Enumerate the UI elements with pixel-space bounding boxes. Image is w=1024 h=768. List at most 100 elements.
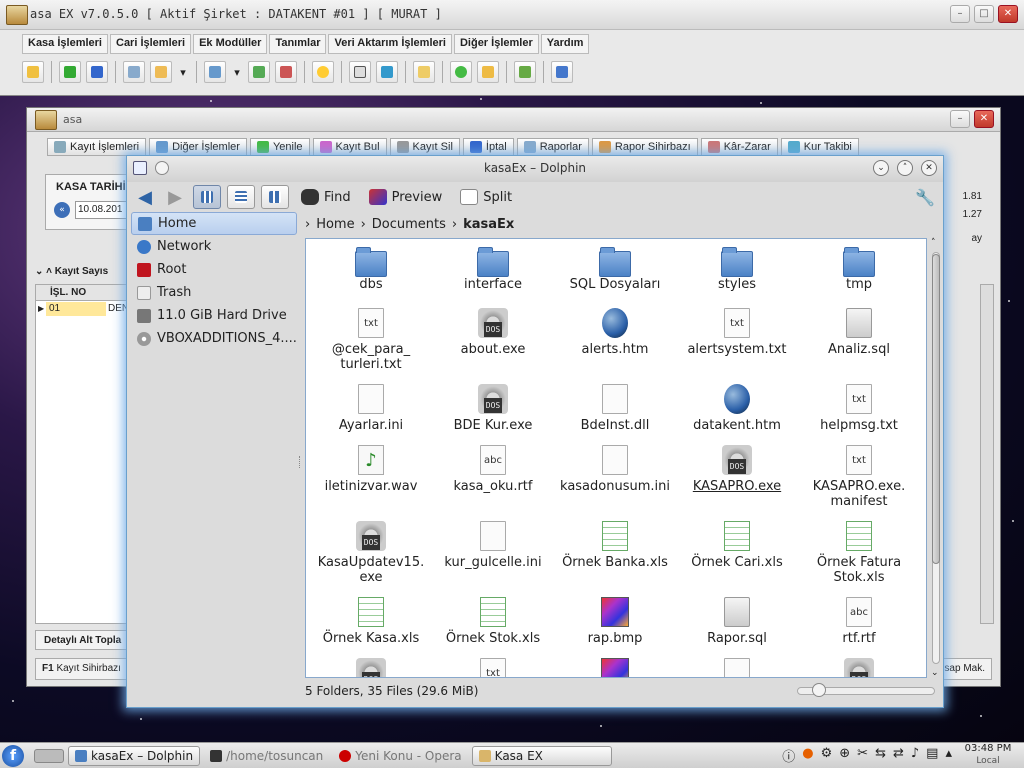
preview-button[interactable]: Preview [363,189,449,205]
file-item[interactable]: Rapor.sql [676,597,798,658]
table-row[interactable]: ▶ 01 DEN [36,301,130,317]
rapor-sihirbazi-button[interactable]: Rapor Sihirbazı [591,138,698,156]
kayit-sihirbazi-label[interactable]: Kayıt Sihirbazı [56,663,120,674]
transfer-icon[interactable] [86,61,108,83]
main-title-bar[interactable]: asa EX v7.0.5.0 [ Aktif Şirket : DATAKEN… [0,0,1024,30]
bell-icon[interactable] [312,61,334,83]
desktop-icon[interactable] [34,748,64,763]
file-item[interactable]: ♪ iletinizvar.wav [310,445,432,521]
file-item[interactable]: abc kasa_oku.rtf [432,445,554,521]
detayli-alt-toplam-button[interactable]: Detaylı Alt Topla [35,630,131,650]
file-item[interactable]: Analiz.sql [798,308,920,384]
file-item[interactable] [676,658,798,677]
file-item[interactable]: txt @cek_para_ turleri.txt [310,308,432,384]
kayit-sil-button[interactable]: Kayıt Sil [389,138,460,156]
file-item[interactable]: abc rtf.rtf [798,597,920,658]
kde-menu-icon[interactable]: f [2,744,24,767]
document-icon[interactable] [376,61,398,83]
list-icon[interactable] [204,61,226,83]
yenile-button[interactable]: Yenile [249,138,310,156]
file-item[interactable]: Örnek Kasa.xls [310,597,432,658]
info-icon[interactable]: ⓘ [782,746,795,765]
dropdown-icon[interactable]: ▾ [177,61,189,83]
dolphin-title-bar[interactable]: kasaEx – Dolphin ⌄ ˄ ✕ [127,156,943,182]
icons-view-icon[interactable] [193,185,221,209]
file-item[interactable]: DOS KasaUpdatev15. exe [310,521,432,597]
breadcrumb-documents[interactable]: Documents [372,217,446,232]
maximize-icon[interactable]: ˄ [897,160,913,176]
isl-no-cell[interactable]: 01 [46,302,106,316]
minimize-icon[interactable]: ⌄ [873,160,889,176]
task-dolphin[interactable]: kasaEx – Dolphin [68,745,201,766]
open-folder-icon[interactable] [22,61,44,83]
file-item[interactable] [554,658,676,677]
raporlar-button[interactable]: Raporlar [516,138,589,156]
dropdown-icon[interactable]: ▾ [231,61,243,83]
place-hard-drive[interactable]: 11.0 GiB Hard Drive [131,304,297,327]
kar-zarar-button[interactable]: Kâr-Zarar [700,138,778,156]
firefox-icon[interactable]: ● [802,746,813,765]
kasa-grid[interactable]: İŞL. NO ▶ 01 DEN [35,284,131,624]
place-trash[interactable]: Trash [131,281,297,304]
file-item[interactable]: tmp [798,247,920,308]
bluetooth-icon[interactable]: ⇆ [875,746,886,765]
expand-icon[interactable] [59,61,81,83]
file-item[interactable]: DOS [310,658,432,677]
file-item[interactable]: Örnek Stok.xls [432,597,554,658]
file-item[interactable]: txt KASAPRO.exe. manifest [798,445,920,521]
file-item[interactable]: interface [432,247,554,308]
scissors-icon[interactable]: ✂ [857,746,868,765]
user-icon[interactable] [514,61,536,83]
kasa-grid-scrollbar[interactable] [980,284,994,624]
file-item[interactable]: DOS about.exe [432,308,554,384]
file-item[interactable]: txt helpmsg.txt [798,384,920,445]
menu-kasa-islemleri[interactable]: Kasa İşlemleri [22,34,108,54]
kasa-minimize-button[interactable]: – [950,110,970,128]
configure-icon[interactable]: 🔧 [915,188,935,207]
kur-takibi-button[interactable]: Kur Takibi [780,138,859,156]
kayit-bul-button[interactable]: Kayıt Bul [312,138,387,156]
menu-diger-islemler[interactable]: Diğer İşlemler [453,34,539,54]
new-window-icon[interactable] [123,61,145,83]
file-item[interactable]: kasadonusum.ini [554,445,676,521]
iptal-button[interactable]: İptal [462,138,514,156]
zoom-slider-knob[interactable] [812,683,826,697]
back-icon[interactable]: ◀ [133,186,157,208]
card-icon[interactable] [349,61,371,83]
exit-icon[interactable] [551,61,573,83]
col-header-isl-no[interactable]: İŞL. NO [36,285,130,301]
record-icon[interactable] [275,61,297,83]
find-button[interactable]: Find [295,189,357,205]
file-item[interactable]: styles [676,247,798,308]
diger-islemler-button[interactable]: Diğer İşlemler [149,138,247,156]
kasa-title-bar[interactable]: asa – ✕ [27,108,1000,132]
menu-yardim[interactable]: Yardım [540,34,590,54]
file-item[interactable]: SQL Dosyaları [554,247,676,308]
hesap-makinesi-label[interactable]: esap Mak. [939,663,985,674]
file-item[interactable]: alerts.htm [554,308,676,384]
menu-cari-islemleri[interactable]: Cari İşlemleri [110,34,192,54]
forward-icon[interactable]: ▶ [163,186,187,208]
tray-expand-icon[interactable]: ▴ [945,746,952,765]
menu-ek-moduller[interactable]: Ek Modüller [193,34,268,54]
report-icon[interactable] [413,61,435,83]
kasa-close-button[interactable]: ✕ [974,110,994,128]
file-item[interactable]: Örnek Banka.xls [554,521,676,597]
zoom-slider[interactable] [797,683,935,697]
file-item[interactable]: txt [432,658,554,677]
export-icon[interactable] [248,61,270,83]
settings-icon[interactable]: ⚙ [821,746,833,765]
close-icon[interactable]: ✕ [921,160,937,176]
place-vboxadditions[interactable]: VBOXADDITIONS_4.... [131,327,297,350]
minimize-button[interactable]: – [950,5,970,23]
connection-icon[interactable]: ⇄ [893,746,904,765]
volume-icon[interactable]: ♪ [911,746,919,765]
file-item[interactable]: dbs [310,247,432,308]
network-tray-icon[interactable]: ⊕ [839,746,850,765]
file-item[interactable]: BdeInst.dll [554,384,676,445]
file-item[interactable]: Ayarlar.ini [310,384,432,445]
place-root[interactable]: Root [131,258,297,281]
details-view-icon[interactable] [227,185,255,209]
file-view-scrollbar[interactable]: ˄ ⌄ [929,238,943,678]
place-home[interactable]: Home [131,212,297,235]
